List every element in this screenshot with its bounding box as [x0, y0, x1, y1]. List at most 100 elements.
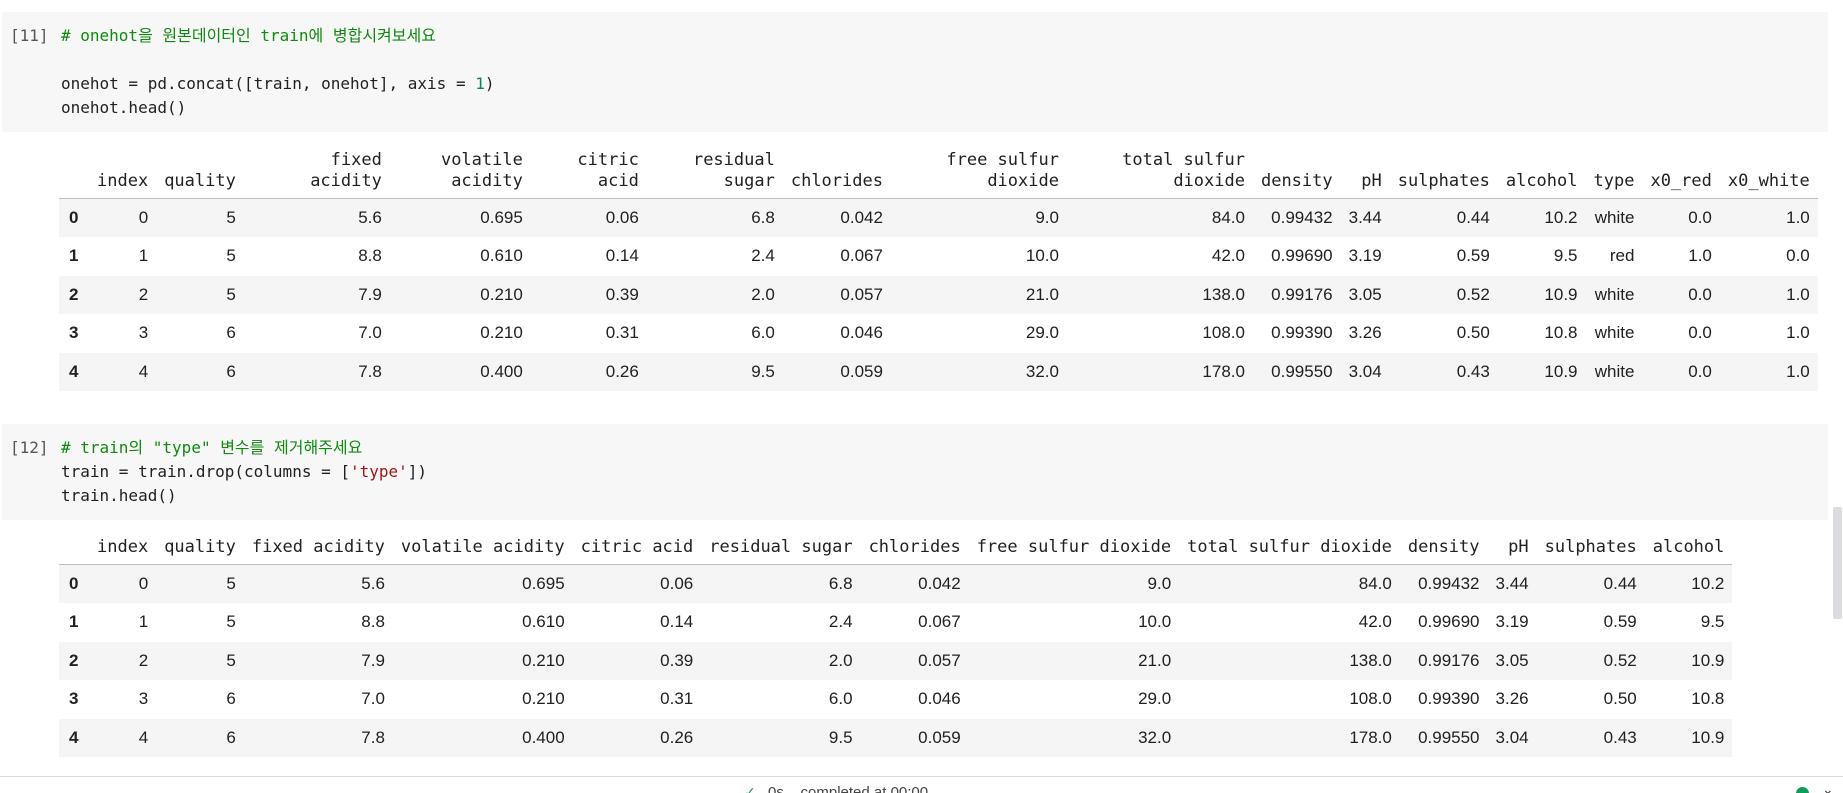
row-index: 0 — [69, 574, 79, 593]
table-cell: 0.59 — [1456, 246, 1490, 266]
column-header: sulphates — [1389, 150, 1498, 199]
table-cell: 2.0 — [828, 650, 853, 670]
row-index: 1 — [69, 612, 79, 632]
table-cell: 0.695 — [522, 574, 565, 593]
table-cell: 1.0 — [1786, 361, 1810, 381]
table-cell: 9.5 — [1553, 246, 1578, 266]
table-cell: 0.39 — [605, 284, 639, 304]
table-cell: 10.2 — [1544, 208, 1578, 227]
execution-status-text: 0s completed at 00:00 — [768, 784, 929, 793]
table-cell: 1.0 — [1786, 208, 1810, 227]
table-cell: 0.43 — [1456, 361, 1490, 381]
code-text: train = train.drop(columns = [ — [61, 462, 350, 481]
table-cell: 0.0 — [1688, 361, 1712, 381]
table-cell: 6.8 — [828, 574, 853, 593]
table-cell: 3 — [138, 689, 149, 709]
table-cell: 0.99432 — [1271, 208, 1333, 227]
table-cell: 9.5 — [751, 361, 775, 381]
column-header: pH — [1340, 150, 1390, 199]
table-cell: 7.0 — [358, 323, 382, 343]
table-cell: 178.0 — [1202, 361, 1245, 381]
table-cell: 9.0 — [1035, 208, 1059, 227]
table-cell: 0.610 — [480, 246, 523, 266]
table-cell: white — [1594, 323, 1635, 343]
column-header: quality — [156, 537, 244, 565]
table-cell: 0.059 — [840, 361, 883, 381]
table-cell: 0.057 — [918, 650, 961, 670]
table-cell: 2.4 — [828, 612, 853, 632]
table-cell: 8.8 — [358, 246, 382, 266]
table-cell: 10.8 — [1691, 689, 1725, 709]
row-index: 2 — [69, 284, 79, 304]
table-cell: 5 — [226, 574, 236, 593]
column-header: density — [1399, 537, 1488, 565]
row-index: 1 — [69, 246, 79, 266]
table-cell: 0.057 — [840, 284, 883, 304]
table-cell: 8.8 — [361, 612, 385, 632]
table-cell: 0.14 — [605, 246, 639, 266]
table-cell: 6.0 — [751, 323, 775, 343]
table-cell: 0.31 — [605, 323, 639, 343]
table-cell: white — [1594, 361, 1635, 381]
table-cell: 21.0 — [1138, 650, 1172, 670]
table-cell: 0.39 — [660, 650, 694, 670]
table-cell: 0.210 — [480, 323, 523, 343]
column-header: chlorides — [782, 150, 891, 199]
table-cell: 4 — [138, 361, 149, 381]
code-string: 'type' — [349, 462, 408, 481]
table-cell: 0.067 — [840, 246, 883, 266]
table-cell: 0.042 — [840, 208, 883, 227]
dataframe-output-table: index quality fixed acidity volatile aci… — [59, 537, 1733, 757]
table-cell: 0.99390 — [1271, 323, 1333, 343]
table-cell: 0.99550 — [1418, 727, 1480, 747]
execution-count[interactable]: [11] — [10, 24, 49, 48]
vertical-scrollbar[interactable] — [1833, 507, 1842, 619]
table-cell: 21.0 — [1025, 284, 1059, 304]
table-cell: 5 — [226, 246, 236, 266]
column-header: alcohol — [1644, 537, 1733, 565]
code-text: onehot = pd.concat([train, onehot], axis… — [61, 74, 476, 93]
column-header: residual sugar — [646, 150, 783, 199]
code-cell-11[interactable]: [11] # onehot을 원본데이터인 train에 병합시켜보세요 one… — [2, 12, 1828, 132]
table-cell: 0.52 — [1456, 284, 1490, 304]
column-header: density — [1252, 150, 1341, 199]
table-cell: white — [1594, 208, 1635, 227]
table-cell: white — [1594, 284, 1635, 304]
execution-count[interactable]: [12] — [10, 436, 49, 460]
column-header: fixed acidity — [243, 537, 393, 565]
table-cell: 3.19 — [1495, 612, 1529, 632]
table-cell: 9.5 — [1700, 612, 1725, 632]
table-cell: 0.210 — [522, 689, 565, 709]
table-cell: 3.26 — [1495, 689, 1529, 709]
column-header — [59, 537, 89, 565]
chevron-down-icon[interactable]: ⌄ — [1822, 781, 1834, 793]
table-row: 3 3 6 7.0 0.210 0.31 6.0 0.046 29.0 108.… — [59, 314, 1818, 353]
code-line: onehot.head() — [61, 98, 187, 117]
table-cell: 2.0 — [751, 284, 775, 304]
table-cell: 0.06 — [660, 574, 694, 593]
table-cell: 7.0 — [361, 689, 385, 709]
table-cell: 0.26 — [660, 727, 694, 747]
table-cell: 32.0 — [1025, 361, 1059, 381]
code-line: train.head() — [61, 486, 177, 505]
table-cell: 0.26 — [605, 361, 639, 381]
code-cell-12[interactable]: [12] # train의 "type" 변수를 제거해주세요 train = … — [2, 424, 1828, 520]
table-cell: 0.0 — [1688, 284, 1712, 304]
code-number: 1 — [475, 74, 485, 93]
table-row: 2 2 5 7.9 0.210 0.39 2.0 0.057 21.0 138.… — [59, 275, 1818, 314]
table-cell: 3.19 — [1348, 246, 1382, 266]
table-cell: 0.0 — [1786, 246, 1810, 266]
table-cell: 0.99176 — [1271, 284, 1333, 304]
table-cell: 0.210 — [522, 650, 565, 670]
table-cell: 1 — [138, 612, 149, 632]
table-row: 4 4 6 7.8 0.400 0.26 9.5 0.059 32.0 178.… — [59, 352, 1818, 391]
column-header: x0_white — [1719, 150, 1818, 199]
table-cell: 0.06 — [605, 208, 639, 227]
connection-status-icon[interactable] — [1796, 787, 1809, 793]
column-header: total sulfur dioxide — [1179, 537, 1400, 565]
table-cell: 5 — [226, 612, 236, 632]
table-cell: 0.99176 — [1418, 650, 1480, 670]
status-bar: ✓ 0s completed at 00:00 ⌄ — [0, 776, 1843, 793]
table-cell: 178.0 — [1349, 727, 1392, 747]
table-cell: 3.04 — [1495, 727, 1529, 747]
